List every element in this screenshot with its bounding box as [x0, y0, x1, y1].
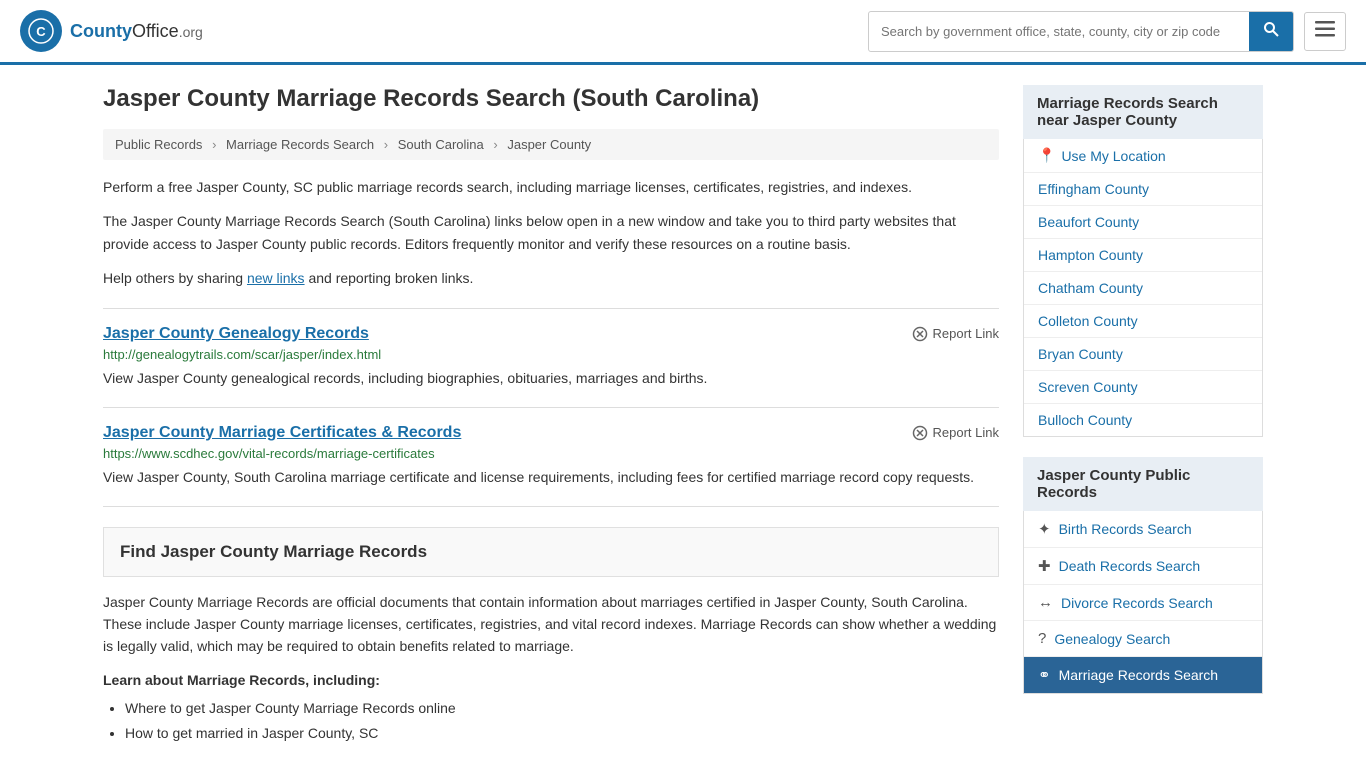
search-button[interactable] [1249, 12, 1293, 51]
birth-icon: ✦ [1038, 520, 1051, 538]
nearby-section: Marriage Records Search near Jasper Coun… [1023, 85, 1263, 437]
find-desc: Jasper County Marriage Records are offic… [103, 591, 999, 658]
find-heading: Find Jasper County Marriage Records [120, 542, 982, 562]
record-desc-0: View Jasper County genealogical records,… [103, 368, 999, 389]
public-record-1: ✚ Death Records Search [1024, 548, 1262, 585]
page-title: Jasper County Marriage Records Search (S… [103, 85, 999, 113]
breadcrumb-current: Jasper County [507, 137, 591, 152]
divorce-icon: ↔ [1038, 594, 1053, 611]
public-records-heading: Jasper County Public Records [1023, 457, 1263, 511]
report-link-btn-0[interactable]: Report Link [912, 326, 999, 342]
genealogy-search-link[interactable]: Genealogy Search [1054, 631, 1170, 647]
desc-para2: The Jasper County Marriage Records Searc… [103, 210, 999, 255]
search-bar [868, 11, 1294, 52]
public-record-0: ✦ Birth Records Search [1024, 511, 1262, 548]
divider-2 [103, 506, 999, 507]
report-icon-0 [912, 326, 928, 342]
logo-area: C CountyOffice.org [20, 10, 203, 52]
new-links-link[interactable]: new links [247, 270, 305, 286]
record-header-1: Jasper County Marriage Certificates & Re… [103, 424, 999, 442]
desc-para1: Perform a free Jasper County, SC public … [103, 176, 999, 198]
content-area: Jasper County Marriage Records Search (S… [103, 85, 999, 746]
death-icon: ✚ [1038, 557, 1051, 575]
record-url-1: https://www.scdhec.gov/vital-records/mar… [103, 446, 999, 461]
nearby-county-link-6[interactable]: Screven County [1038, 379, 1138, 395]
marriage-records-link[interactable]: Marriage Records Search [1059, 667, 1219, 683]
divider [103, 308, 999, 309]
learn-list: Where to get Jasper County Marriage Reco… [103, 696, 999, 746]
record-block-1: Jasper County Marriage Certificates & Re… [103, 407, 999, 488]
public-record-4: ⚭ Marriage Records Search [1024, 657, 1262, 693]
use-location-link[interactable]: Use My Location [1061, 148, 1165, 164]
nearby-county-link-1[interactable]: Beaufort County [1038, 214, 1139, 230]
nearby-county-7: Bulloch County [1024, 404, 1262, 436]
nearby-county-4: Colleton County [1024, 305, 1262, 338]
death-records-link[interactable]: Death Records Search [1059, 558, 1201, 574]
location-pin-icon: 📍 [1038, 147, 1055, 164]
breadcrumb: Public Records › Marriage Records Search… [103, 129, 999, 160]
breadcrumb-marriage-records[interactable]: Marriage Records Search [226, 137, 374, 152]
nearby-county-1: Beaufort County [1024, 206, 1262, 239]
marriage-icon: ⚭ [1038, 666, 1051, 684]
learn-item-1: How to get married in Jasper County, SC [125, 721, 999, 746]
learn-title: Learn about Marriage Records, including: [103, 672, 999, 688]
logo-icon: C [20, 10, 62, 52]
nearby-county-3: Chatham County [1024, 272, 1262, 305]
report-link-btn-1[interactable]: Report Link [912, 425, 999, 441]
nearby-list: 📍 Use My Location Effingham County Beauf… [1023, 139, 1263, 437]
header-right [868, 11, 1346, 52]
site-header: C CountyOffice.org [0, 0, 1366, 65]
public-record-2: ↔ Divorce Records Search [1024, 585, 1262, 621]
learn-item-0: Where to get Jasper County Marriage Reco… [125, 696, 999, 721]
nearby-county-link-2[interactable]: Hampton County [1038, 247, 1143, 263]
divider-1 [103, 407, 999, 408]
nearby-county-link-4[interactable]: Colleton County [1038, 313, 1138, 329]
record-title-1[interactable]: Jasper County Marriage Certificates & Re… [103, 424, 461, 442]
nearby-county-link-7[interactable]: Bulloch County [1038, 412, 1132, 428]
description-block: Perform a free Jasper County, SC public … [103, 176, 999, 290]
breadcrumb-public-records[interactable]: Public Records [115, 137, 202, 152]
nearby-county-link-3[interactable]: Chatham County [1038, 280, 1143, 296]
hamburger-button[interactable] [1304, 12, 1346, 51]
nearby-county-link-0[interactable]: Effingham County [1038, 181, 1149, 197]
record-block-0: Jasper County Genealogy Records Report L… [103, 308, 999, 389]
breadcrumb-south-carolina[interactable]: South Carolina [398, 137, 484, 152]
record-title-0[interactable]: Jasper County Genealogy Records [103, 325, 369, 343]
public-records-section: Jasper County Public Records ✦ Birth Rec… [1023, 457, 1263, 694]
nearby-county-0: Effingham County [1024, 173, 1262, 206]
divorce-records-link[interactable]: Divorce Records Search [1061, 595, 1213, 611]
main-container: Jasper County Marriage Records Search (S… [83, 65, 1283, 766]
nearby-county-link-5[interactable]: Bryan County [1038, 346, 1123, 362]
search-input[interactable] [869, 16, 1249, 47]
logo-text: CountyOffice.org [70, 21, 203, 42]
desc-para3: Help others by sharing new links and rep… [103, 267, 999, 289]
use-location-item: 📍 Use My Location [1024, 139, 1262, 173]
public-records-list: ✦ Birth Records Search ✚ Death Records S… [1023, 511, 1263, 694]
sidebar: Marriage Records Search near Jasper Coun… [1023, 85, 1263, 746]
genealogy-icon: ? [1038, 630, 1046, 647]
svg-text:C: C [36, 24, 46, 39]
birth-records-link[interactable]: Birth Records Search [1059, 521, 1192, 537]
record-desc-1: View Jasper County, South Carolina marri… [103, 467, 999, 488]
report-icon-1 [912, 425, 928, 441]
find-section: Find Jasper County Marriage Records [103, 527, 999, 577]
record-header-0: Jasper County Genealogy Records Report L… [103, 325, 999, 343]
public-record-3: ? Genealogy Search [1024, 621, 1262, 657]
nearby-county-5: Bryan County [1024, 338, 1262, 371]
nearby-county-2: Hampton County [1024, 239, 1262, 272]
record-url-0: http://genealogytrails.com/scar/jasper/i… [103, 347, 999, 362]
nearby-county-6: Screven County [1024, 371, 1262, 404]
nearby-heading: Marriage Records Search near Jasper Coun… [1023, 85, 1263, 139]
